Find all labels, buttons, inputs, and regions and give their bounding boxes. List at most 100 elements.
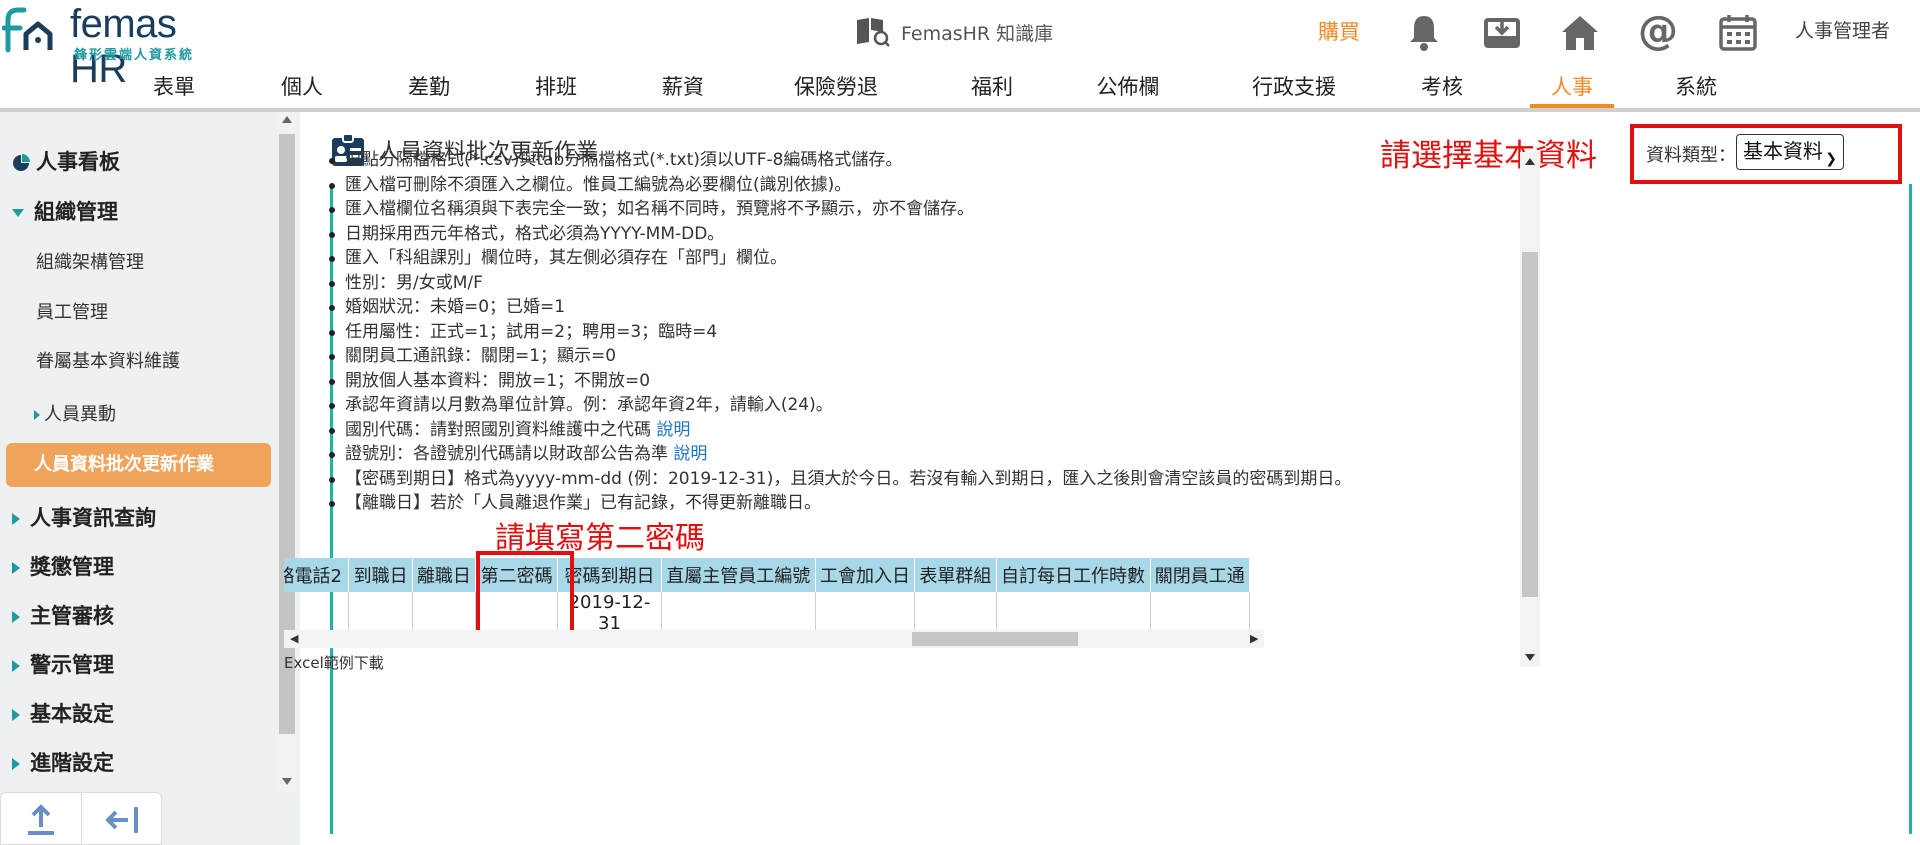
data-type-value: 基本資料 [1743,139,1823,163]
scroll-down-icon[interactable] [1525,654,1535,661]
column-header: 工會加入日 [815,558,916,592]
list-item: 承認年資請以月數為單位計算。例：承認年資2年，請輸入(24)。 [328,393,1351,418]
collapse-sidebar-button[interactable] [82,793,163,845]
upload-arrow-icon [28,803,54,835]
data-type-select[interactable]: 基本資料 ❯ [1736,134,1844,170]
nav-welfare[interactable]: 福利 [960,70,1024,108]
scroll-down-icon[interactable] [282,778,292,785]
list-item: 任用屬性：正式=1；試用=2；聘用=3；臨時=4 [328,320,1351,345]
column-header: 到職日 [348,558,413,592]
user-role-label[interactable]: 人事管理者 [1795,16,1890,43]
nav-admin-support[interactable]: 行政支援 [1242,70,1346,108]
country-code-help-link[interactable]: 說明 [656,420,690,440]
table-cell [348,592,413,630]
scroll-left-icon[interactable]: ◀ [290,630,298,648]
list-item: 性別：男/女或M/F [328,271,1351,296]
annotation-select-basic: 請選擇基本資料 [1380,138,1597,173]
sidebar-item-org-mgmt[interactable]: 組織管理 [12,196,287,226]
at-sign-icon[interactable]: @ [1636,10,1680,54]
download-tray-icon[interactable] [1480,10,1524,54]
sidebar-item-batch-update[interactable]: 人員資料批次更新作業 [6,443,271,487]
list-item: 國別代碼：請對照國別資料維護中之代碼 說明 [328,418,1351,443]
content-scroll-thumb[interactable] [1522,252,1538,597]
table-cell [661,592,816,630]
chevron-right-icon [34,410,40,420]
content-scrollbar[interactable] [1520,152,1540,667]
nav-system[interactable]: 系統 [1664,70,1728,108]
nav-personal[interactable]: 個人 [270,70,334,108]
data-type-label: 資料類型： [1646,145,1736,166]
calendar-icon[interactable] [1716,10,1760,54]
nav-bulletin[interactable]: 公佈欄 [1088,70,1168,108]
sidebar: 人事看板 組織管理 組織架構管理 員工管理 眷屬基本資料維護 人員異動 人員資料… [0,112,300,845]
sidebar-scrollbar[interactable] [277,112,297,792]
column-header: 直屬主管員工編號 [661,558,816,592]
scroll-up-icon[interactable] [282,116,292,123]
table-cell [412,592,477,630]
sidebar-item-alert[interactable]: 警示管理 [12,649,287,679]
instructions-list: 逗點分隔檔格式(*.csv)與tab分隔檔格式(*.txt)須以UTF-8編碼格… [328,148,1351,516]
knowledge-base-link[interactable]: FemasHR 知識庫 [855,14,1053,50]
list-item: 日期採用西元年格式，格式必須為YYYY-MM-DD。 [328,222,1351,247]
list-item: 證號別：各證號別代碼請以財政部公告為準 說明 [328,442,1351,467]
table-cell [1150,592,1251,630]
knowledge-book-icon [857,18,890,47]
nav-shift[interactable]: 排班 [524,70,588,108]
table-scroll-thumb[interactable] [912,632,1078,646]
table-header-row: 絡電話2 到職日 離職日 第二密碼 密碼到期日 直屬主管員工編號 工會加入日 表… [284,558,1251,592]
list-item: 匯入檔欄位名稱須與下表完全一致；如名稱不同時，預覽將不予顯示，亦不會儲存。 [328,197,1351,222]
bell-icon[interactable] [1402,10,1446,54]
list-item: 【離職日】若於「人員離退作業」已有記錄，不得更新離職日。 [328,491,1351,516]
sidebar-item-family-basic[interactable]: 眷屬基本資料維護 [36,347,311,373]
sidebar-label: 人事資訊查詢 [30,506,156,530]
femas-logo[interactable]: femas HR 鋒形雲端人資系統 [0,2,230,91]
sidebar-item-org-chart[interactable]: 組織架構管理 [36,248,311,274]
column-header: 離職日 [412,558,477,592]
nav-review[interactable]: 考核 [1410,70,1474,108]
nav-salary[interactable]: 薪資 [651,70,715,108]
table-cell [914,592,997,630]
sidebar-item-employee-mgmt[interactable]: 員工管理 [36,298,311,324]
scroll-up-icon[interactable] [1525,158,1535,165]
logo-subtitle: 鋒形雲端人資系統 [74,48,195,63]
chevron-right-icon [12,709,20,721]
table-horizontal-scrollbar[interactable]: ◀ ▶ [284,630,1264,648]
id-type-help-link[interactable]: 說明 [673,444,707,464]
list-item: 【密碼到期日】格式為yyyy-mm-dd (例：2019-12-31)，且須大於… [328,467,1351,492]
sidebar-label: 獎懲管理 [30,555,114,579]
sidebar-item-supervisor[interactable]: 主管審核 [12,600,287,630]
sidebar-item-transfer[interactable]: 人員異動 [34,400,309,426]
sidebar-label: 警示管理 [30,653,114,677]
nav-hr[interactable]: 人事 [1530,70,1614,108]
sidebar-item-dashboard[interactable]: 人事看板 [12,146,287,176]
scroll-top-button[interactable] [1,793,82,845]
chevron-right-icon [12,611,20,623]
field-table: 絡電話2 到職日 離職日 第二密碼 密碼到期日 直屬主管員工編號 工會加入日 表… [284,558,1264,630]
nav-insurance[interactable]: 保險勞退 [784,70,888,108]
chevron-right-icon [12,660,20,672]
buy-link[interactable]: 購買 [1318,16,1360,46]
chevron-right-icon [12,513,20,525]
chevron-down-icon [12,209,24,217]
sidebar-item-basic-settings[interactable]: 基本設定 [12,698,287,728]
nav-form[interactable]: 表單 [142,70,206,108]
column-header: 自訂每日工作時數 [996,558,1151,592]
scroll-right-icon[interactable]: ▶ [1250,630,1258,648]
excel-sample-download-link[interactable]: Excel範例下載 [284,652,384,673]
nav-attendance[interactable]: 差勤 [397,70,461,108]
list-item: 開放個人基本資料：開放=1；不開放=0 [328,369,1351,394]
list-item: 關閉員工通訊錄：關閉=1；顯示=0 [328,344,1351,369]
sample-table: 絡電話2 到職日 離職日 第二密碼 密碼到期日 直屬主管員工編號 工會加入日 表… [284,558,1251,630]
table-cell [284,592,350,630]
sidebar-item-reward[interactable]: 獎懲管理 [12,551,287,581]
pie-chart-icon [13,154,30,171]
home-icon[interactable] [1558,10,1602,54]
collapse-left-icon [104,806,138,833]
column-header: 關閉員工通 [1150,558,1251,592]
sidebar-label: 人事看板 [36,150,120,174]
sidebar-item-advanced-settings[interactable]: 進階設定 [12,747,287,777]
sidebar-item-hr-query[interactable]: 人事資訊查詢 [12,502,287,532]
chevron-right-icon [12,758,20,770]
highlight-box-second-password [476,551,574,640]
list-item: 婚姻狀況：未婚=0；已婚=1 [328,295,1351,320]
